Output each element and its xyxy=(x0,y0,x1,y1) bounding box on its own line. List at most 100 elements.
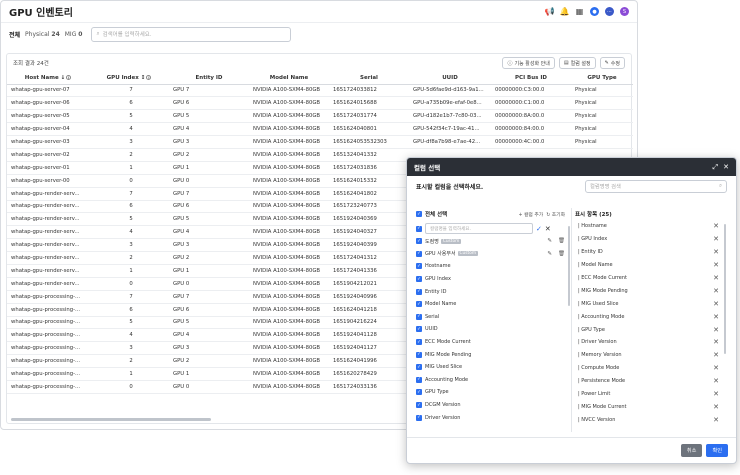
column-checkbox[interactable]: ✓ xyxy=(416,313,422,320)
remove-icon[interactable]: ✕ xyxy=(713,300,719,308)
selected-column-item[interactable]: | Hostname ✕ xyxy=(575,220,727,233)
col-uuid[interactable]: UUID xyxy=(409,72,491,85)
column-option[interactable]: ✓ Accounting Mode xyxy=(416,374,565,387)
column-option[interactable]: ✓ MIG Mode Pending xyxy=(416,348,565,361)
avatar[interactable]: S xyxy=(620,7,629,16)
trash-icon[interactable]: 🗑 xyxy=(558,238,565,244)
close-icon[interactable]: ✕ xyxy=(723,163,729,171)
column-checkbox[interactable]: ✓ xyxy=(416,376,422,383)
selected-column-item[interactable]: | MIG Mode Current ✕ xyxy=(575,400,727,413)
table-row[interactable]: whatap-gpu-server-06 6 GPU 6 NVIDIA A100-SX… xyxy=(7,96,633,111)
new-column-input[interactable]: 컬럼명을 입력하세요. xyxy=(425,223,533,234)
column-option[interactable]: ✓ GPU 사용부서 Custom ✎ 🗑 xyxy=(416,248,565,261)
remove-icon[interactable]: ✕ xyxy=(713,222,719,230)
column-settings-button[interactable]: ▤ 컬럼 설정 xyxy=(558,57,596,69)
apps-icon[interactable]: ● xyxy=(590,7,599,16)
remove-icon[interactable]: ✕ xyxy=(713,235,719,243)
column-option[interactable]: ✓ UUID xyxy=(416,323,565,336)
remove-icon[interactable]: ✕ xyxy=(713,364,719,372)
right-scrollbar[interactable] xyxy=(723,224,726,354)
column-checkbox[interactable]: ✓ xyxy=(416,389,422,396)
selected-column-item[interactable]: | GPU Index ✕ xyxy=(575,233,727,246)
remove-icon[interactable]: ✕ xyxy=(713,261,719,269)
remove-icon[interactable]: ✕ xyxy=(713,313,719,321)
confirm-check-icon[interactable]: ✓ xyxy=(536,225,542,233)
expand-icon[interactable]: ⤢ xyxy=(713,163,719,172)
remove-icon[interactable]: ✕ xyxy=(713,274,719,282)
remove-icon[interactable]: ✕ xyxy=(713,416,719,424)
column-checkbox[interactable]: ✓ xyxy=(416,263,422,270)
col-serial[interactable]: Serial xyxy=(329,72,409,85)
selected-column-item[interactable]: | MIG Mode Pending ✕ xyxy=(575,284,727,297)
selected-column-item[interactable]: | Power Limit ✕ xyxy=(575,388,727,401)
bell-icon[interactable]: 🔔 xyxy=(560,7,570,16)
menu-icon[interactable]: ⋯ xyxy=(605,7,614,16)
col-entity-id[interactable]: Entity ID xyxy=(169,72,249,85)
column-option[interactable]: ✓ Model Name xyxy=(416,298,565,311)
column-checkbox[interactable]: ✓ xyxy=(416,288,422,295)
column-checkbox[interactable]: ✓ xyxy=(416,326,422,333)
column-checkbox[interactable]: ✓ xyxy=(416,414,422,421)
column-checkbox[interactable]: ✓ xyxy=(416,276,422,283)
column-option[interactable]: ✓ 도컴명 Custom ✎ 🗑 xyxy=(416,235,565,248)
megaphone-icon[interactable]: 📢 xyxy=(545,7,555,16)
selected-column-item[interactable]: | Accounting Mode ✕ xyxy=(575,310,727,323)
add-column-button[interactable]: + 컬럼 추가 xyxy=(518,211,543,218)
column-checkbox[interactable]: ✓ xyxy=(416,301,422,308)
left-scrollbar[interactable] xyxy=(567,226,570,306)
new-column-checkbox[interactable]: ✓ xyxy=(416,225,422,232)
remove-icon[interactable]: ✕ xyxy=(713,403,719,411)
reset-button[interactable]: ↻ 초기화 xyxy=(546,211,565,218)
column-checkbox[interactable]: ✓ xyxy=(416,402,422,409)
remove-icon[interactable]: ✕ xyxy=(713,338,719,346)
confirm-button[interactable]: 확인 xyxy=(706,444,728,457)
column-checkbox[interactable]: ✓ xyxy=(416,364,422,371)
column-search-input[interactable]: 컬럼명명 검색 ⌕ xyxy=(585,179,727,193)
column-checkbox[interactable]: ✓ xyxy=(416,339,422,346)
column-option[interactable]: ✓ DCGM Version xyxy=(416,399,565,412)
table-row[interactable]: whatap-gpu-server-03 3 GPU 3 NVIDIA A100-SX… xyxy=(7,135,633,149)
select-all-checkbox[interactable]: ✓ xyxy=(416,211,422,217)
remove-icon[interactable]: ✕ xyxy=(713,390,719,398)
selected-column-item[interactable]: | Memory Version ✕ xyxy=(575,349,727,362)
remove-icon[interactable]: ✕ xyxy=(713,377,719,385)
column-option[interactable]: ✓ Serial xyxy=(416,311,565,324)
trash-icon[interactable]: 🗑 xyxy=(558,251,565,257)
selected-column-item[interactable]: | Entity ID ✕ xyxy=(575,246,727,259)
search-input[interactable]: ⌕ 검색어를 입력하세요. xyxy=(91,26,292,42)
cancel-x-icon[interactable]: ✕ xyxy=(545,225,551,233)
selected-column-item[interactable]: | GPU Type ✕ xyxy=(575,323,727,336)
selected-column-item[interactable]: | NVCC Version ✕ xyxy=(575,413,727,426)
column-option[interactable]: ✓ GPU Index xyxy=(416,273,565,286)
tab-physical[interactable]: Physical 24 xyxy=(25,31,60,38)
column-option[interactable]: ✓ MIG Used Slice xyxy=(416,361,565,374)
column-option[interactable]: ✓ Hostname xyxy=(416,260,565,273)
remove-icon[interactable]: ✕ xyxy=(713,248,719,256)
table-row[interactable]: whatap-gpu-server-05 5 GPU 5 NVIDIA A100-SX… xyxy=(7,109,633,124)
table-row[interactable]: whatap-gpu-server-07 7 GPU 7 NVIDIA A100-SX… xyxy=(7,84,633,98)
edit-button[interactable]: ✎ 수정 xyxy=(599,57,625,69)
remove-icon[interactable]: ✕ xyxy=(713,326,719,334)
selected-column-item[interactable]: | Persistence Mode ✕ xyxy=(575,375,727,388)
selected-column-item[interactable]: | Driver Version ✕ xyxy=(575,336,727,349)
feature-guide-button[interactable]: ⓘ 기능 활성화 안내 xyxy=(502,57,555,69)
column-option[interactable]: ✓ ECC Mode Current xyxy=(416,336,565,349)
selected-column-item[interactable]: | ECC Mode Current ✕ xyxy=(575,272,727,285)
cancel-button[interactable]: 취소 xyxy=(680,444,703,457)
column-option[interactable]: ✓ Driver Version xyxy=(416,411,565,424)
tab-mig[interactable]: MIG 0 xyxy=(65,31,83,38)
col-pci-bus-id[interactable]: PCI Bus ID xyxy=(491,72,571,85)
tab-all[interactable]: 전체 xyxy=(9,30,20,39)
table-row[interactable]: whatap-gpu-server-04 4 GPU 4 NVIDIA A100-SX… xyxy=(7,122,633,137)
col-gpu-type[interactable]: GPU Type xyxy=(571,72,633,85)
col-host-name[interactable]: Host Name ↓ i xyxy=(7,72,89,85)
col-gpu-index[interactable]: GPU Index ↕ i xyxy=(89,72,169,85)
pencil-icon[interactable]: ✎ xyxy=(547,238,552,244)
pencil-icon[interactable]: ✎ xyxy=(547,251,552,257)
selected-column-item[interactable]: | MIG Used Slice ✕ xyxy=(575,297,727,310)
column-checkbox[interactable]: ✓ xyxy=(416,250,422,257)
column-checkbox[interactable]: ✓ xyxy=(416,351,422,358)
calendar-icon[interactable]: ▦ xyxy=(575,7,584,16)
remove-icon[interactable]: ✕ xyxy=(713,287,719,295)
remove-icon[interactable]: ✕ xyxy=(713,351,719,359)
